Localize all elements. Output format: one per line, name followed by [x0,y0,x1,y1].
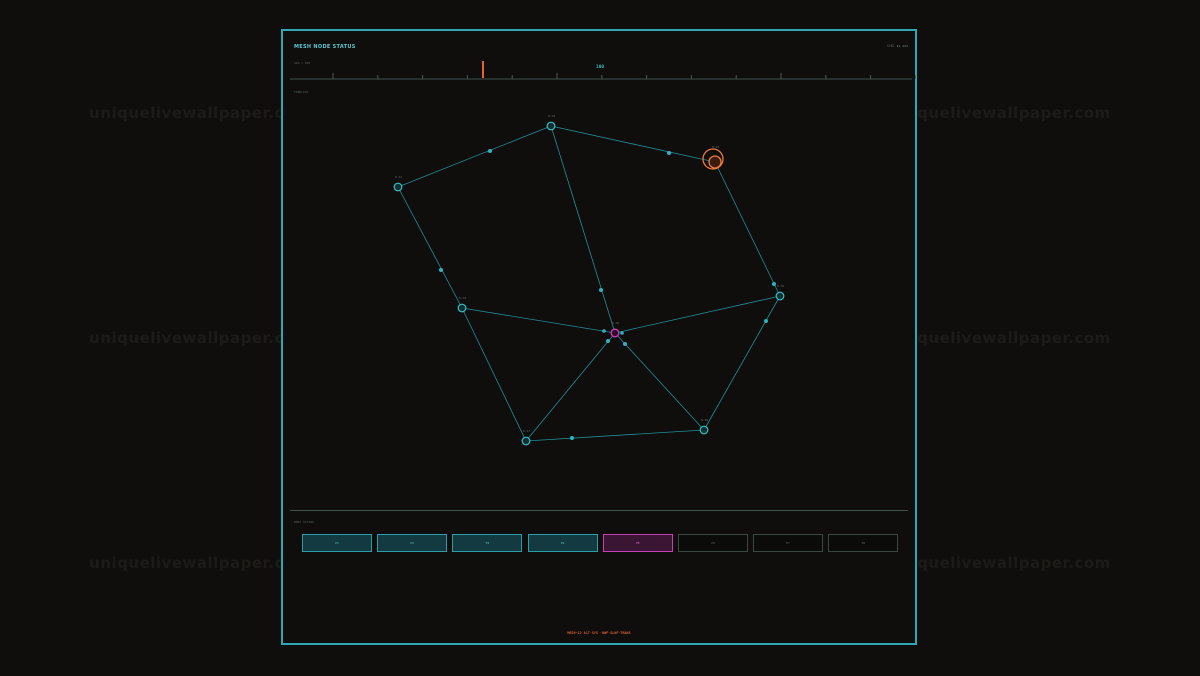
mesh-status-panel: MESH NODE STATUS SYNC ▮▮ ▮▮▮ SIG / INT 1… [281,29,917,645]
topology-links [397,125,781,442]
topology-link [714,161,781,297]
section-divider [290,510,908,511]
link-packet-dot [623,342,627,346]
topology-link [550,125,716,163]
topology-node-label: N-01 [395,175,402,179]
link-packet-dot [606,339,610,343]
topology-node-n3[interactable]: N-03 [702,145,724,170]
link-packet-dot [764,319,768,323]
topology-link [703,295,781,431]
topology-nodes: N-01 N-02 N-03 N-04 N-05 N-06 N-07 N-08 [393,114,784,446]
port-cell-5[interactable]: P5 [602,534,673,552]
link-packet-dot [599,288,603,292]
topology-node-label: N-07 [523,429,530,433]
topology-node-n1[interactable]: N-01 [393,175,402,192]
topology-link [397,125,552,188]
footer-status: MESH-12 ALT·SYS ·NWF·SLNF·TRANS [567,631,631,635]
topology-link [461,307,616,334]
link-packet-dot [439,268,443,272]
topology-link [525,332,616,442]
link-packet-dot [620,331,624,335]
topology-node-n8[interactable]: N-08 [699,418,708,435]
topology-link [461,307,527,442]
link-packet-dot [570,436,574,440]
port-cell-6[interactable]: P6 [678,534,748,552]
topology-node-label: N-05 [777,284,784,288]
topology-node-label: N-02 [548,114,555,118]
topology-node-label: N-08 [701,418,708,422]
port-cell-2[interactable]: P2 [377,534,448,552]
topology-link [550,125,616,334]
topology-node-label: N-03 [712,145,719,149]
topology-node-n2[interactable]: N-02 [546,114,555,131]
link-packet-dot [667,151,671,155]
port-cell-7[interactable]: P7 [753,534,824,552]
topology-node-n5[interactable]: N-05 [775,284,784,301]
topology-node-n6[interactable]: N-06 [610,321,620,338]
link-packet-dot [602,329,606,333]
topology-graph: N-01 N-02 N-03 N-04 N-05 N-06 N-07 N-08 [393,114,784,446]
port-cell-8[interactable]: P8 [828,534,899,552]
port-cell-1[interactable]: P1 [302,534,372,552]
topology-link [614,295,781,334]
topology-link [614,332,705,431]
port-cell-3[interactable]: P3 [452,534,523,552]
link-packet-dot [772,282,776,286]
port-cell-4[interactable]: P4 [527,534,598,552]
topology-link [397,186,463,309]
topology-node-label: N-04 [459,296,466,300]
link-packet-dot [488,149,492,153]
topology-link [525,429,705,442]
topology-node-label: N-06 [612,321,619,325]
ports-caption: PORT STATUS [294,520,314,524]
